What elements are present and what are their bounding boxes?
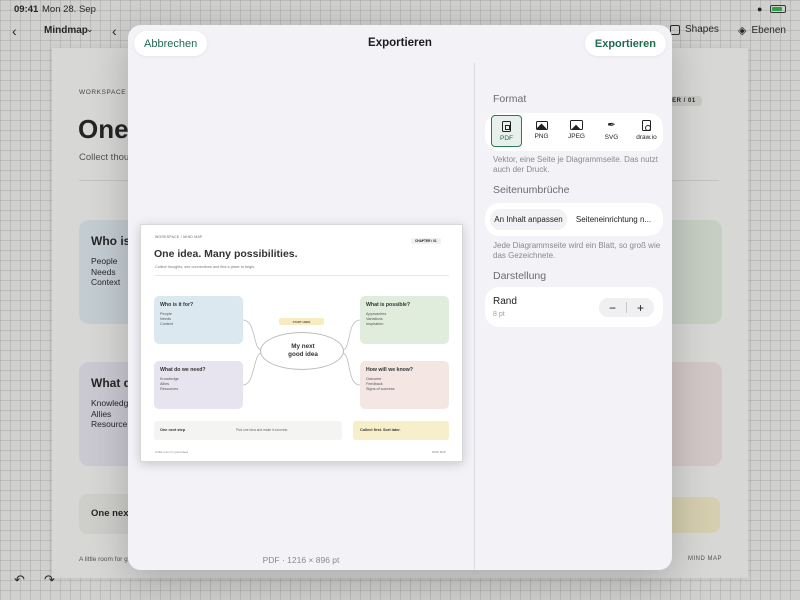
margin-value: 8 pt bbox=[493, 311, 505, 318]
preview-caption: PDF · 1216 × 896 pt bbox=[262, 555, 340, 565]
pagebreaks-section-label: Seitenumbrüche bbox=[493, 184, 570, 196]
preview-card-items: Outcome Feedback Signs of success bbox=[366, 377, 395, 392]
export-button[interactable]: Exportieren bbox=[584, 31, 666, 56]
image-icon bbox=[535, 121, 548, 130]
settings-pane: Format PDF PNG JPEG ✒ SVG draw.io Vektor… bbox=[475, 63, 672, 570]
preview-start-here: START HERE bbox=[279, 318, 324, 325]
format-option-png[interactable]: PNG bbox=[526, 115, 557, 147]
format-section-label: Format bbox=[493, 93, 527, 105]
preview-next-step-text: Pick one idea and make it concrete. bbox=[236, 428, 289, 432]
pdf-icon bbox=[502, 121, 511, 132]
preview-card-title: Who is it for? bbox=[160, 302, 194, 308]
preview-central-line1: My next bbox=[291, 343, 315, 350]
format-option-label: JPEG bbox=[568, 133, 585, 140]
preview-pane: WORKSPACE / MIND MAP CHAPTER / 01 One id… bbox=[128, 63, 474, 570]
increment-button[interactable]: + bbox=[627, 298, 654, 317]
format-option-label: PNG bbox=[534, 133, 549, 140]
preview-card-item: Inspiration bbox=[366, 322, 384, 326]
preview-next-step: One next step Pick one idea and make it … bbox=[154, 421, 342, 440]
pagebreaks-segmented-control: An Inhalt anpassen Seiteneinrichtung n..… bbox=[485, 203, 663, 236]
margin-label: Rand bbox=[493, 296, 517, 307]
format-option-jpeg[interactable]: JPEG bbox=[561, 115, 592, 147]
format-option-label: SVG bbox=[604, 134, 619, 141]
preview-central-node: My next good idea bbox=[260, 332, 344, 370]
decrement-button[interactable]: − bbox=[599, 298, 626, 317]
display-section-label: Darstellung bbox=[493, 270, 547, 282]
preview-note: Collect first. Sort later. bbox=[353, 421, 449, 440]
preview-breadcrumb: WORKSPACE / MIND MAP bbox=[155, 235, 203, 239]
preview-title: One idea. Many possibilities. bbox=[154, 248, 298, 260]
format-option-svg[interactable]: ✒ SVG bbox=[596, 115, 627, 147]
preview-card-title: What do we need? bbox=[160, 367, 206, 373]
preview-card-item: Signs of success bbox=[366, 387, 395, 391]
pagebreaks-description: Jede Diagrammseite wird ein Blatt, so gr… bbox=[493, 241, 661, 260]
preview-card-items: Knowledge Allies Resources bbox=[160, 377, 179, 392]
preview-card-item: Resources bbox=[160, 387, 179, 391]
preview-divider bbox=[155, 275, 449, 276]
preview-note-text: Collect first. Sort later. bbox=[360, 428, 401, 432]
format-option-drawio[interactable]: draw.io bbox=[631, 115, 662, 147]
preview-card-items: Approaches Variations Inspiration bbox=[366, 312, 386, 327]
pagebreak-option-fit-content[interactable]: An Inhalt anpassen bbox=[490, 209, 567, 230]
pen-icon: ✒ bbox=[607, 120, 616, 131]
preview-central-text: My next good idea bbox=[261, 343, 345, 359]
margin-stepper: − + bbox=[599, 298, 654, 317]
preview-central-line2: good idea bbox=[288, 351, 318, 358]
preview-card-who: Who is it for? People Needs Context bbox=[154, 296, 243, 344]
margin-row: Rand 8 pt − + bbox=[485, 287, 663, 327]
preview-next-step-title: One next step bbox=[160, 428, 186, 432]
pagebreak-option-page-setup[interactable]: Seiteneinrichtung n... bbox=[569, 209, 658, 230]
images-icon bbox=[570, 120, 583, 130]
preview-card-possible: What is possible? Approaches Variations … bbox=[360, 296, 449, 344]
preview-card-items: People Needs Context bbox=[160, 312, 173, 327]
preview-subtitle: Collect thoughts, see connections and fi… bbox=[155, 265, 256, 269]
format-picker: PDF PNG JPEG ✒ SVG draw.io bbox=[485, 113, 663, 151]
preview-card-know: How will we know? Outcome Feedback Signs… bbox=[360, 361, 449, 409]
preview-card-title: What is possible? bbox=[366, 302, 411, 308]
export-sheet: Abbrechen Exportieren Exportieren WORKSP… bbox=[128, 25, 672, 570]
preview-card-item: Context bbox=[160, 322, 174, 326]
preview-chapter-badge: CHAPTER / 01 bbox=[411, 238, 441, 244]
format-description: Vektor, eine Seite je Diagrammseite. Das… bbox=[493, 155, 658, 174]
format-option-pdf[interactable]: PDF bbox=[491, 115, 522, 147]
preview-page: WORKSPACE / MIND MAP CHAPTER / 01 One id… bbox=[140, 224, 463, 462]
sheet-header: Abbrechen Exportieren Exportieren bbox=[128, 25, 672, 63]
preview-footer-left: A little room for good ideas bbox=[155, 450, 189, 454]
preview-card-what: What do we need? Knowledge Allies Resour… bbox=[154, 361, 243, 409]
preview-footer-right: MIND MAP bbox=[432, 450, 446, 454]
preview-card-title: How will we know? bbox=[366, 367, 413, 373]
format-option-label: PDF bbox=[500, 135, 513, 142]
drawio-file-icon bbox=[642, 120, 651, 131]
format-option-label: draw.io bbox=[636, 134, 657, 141]
